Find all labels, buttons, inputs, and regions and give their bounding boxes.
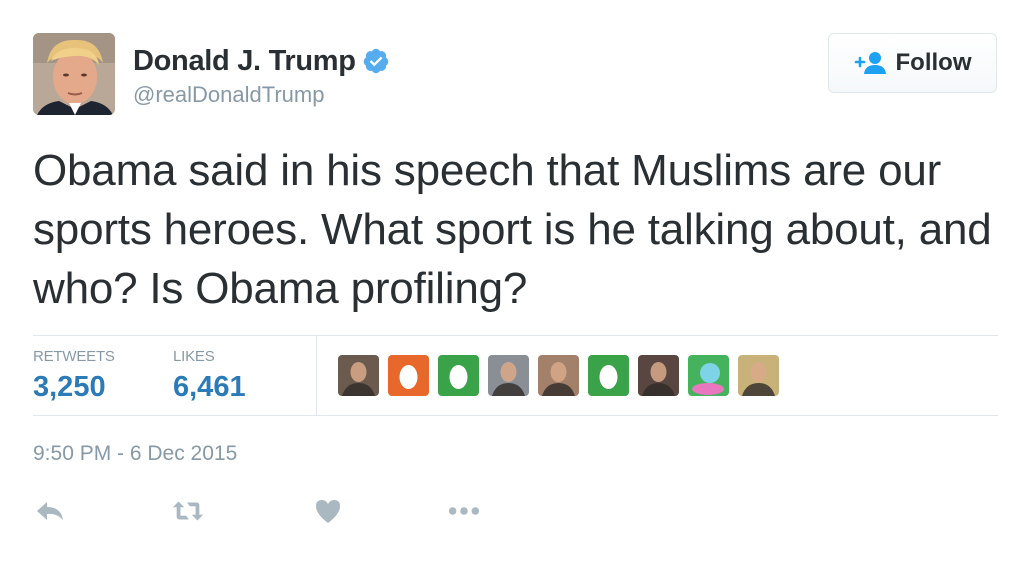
more-icon: [448, 507, 480, 515]
like-button[interactable]: [311, 497, 345, 525]
add-person-icon: [854, 51, 888, 75]
author-handle[interactable]: @realDonaldTrump: [133, 82, 390, 108]
likes-stat[interactable]: LIKES 6,461: [173, 348, 246, 404]
retweet-icon: [172, 501, 204, 521]
liker-avatar[interactable]: [338, 355, 379, 396]
author-name[interactable]: Donald J. Trump: [133, 45, 356, 78]
liker-avatar[interactable]: [438, 355, 479, 396]
stats-divider-bottom: [33, 415, 998, 416]
retweets-count[interactable]: 3,250: [33, 371, 115, 404]
liker-avatar[interactable]: [588, 355, 629, 396]
author-avatar[interactable]: [33, 33, 115, 115]
verified-badge-icon: [362, 47, 390, 75]
follow-button-label: Follow: [895, 49, 972, 76]
retweets-stat[interactable]: RETWEETS 3,250: [33, 348, 115, 404]
author-photo: [33, 33, 115, 115]
stats-vertical-divider: [316, 336, 317, 415]
liker-avatar[interactable]: [688, 355, 729, 396]
liker-avatar[interactable]: [488, 355, 529, 396]
liker-avatar[interactable]: [388, 355, 429, 396]
tweet-timestamp[interactable]: 9:50 PM - 6 Dec 2015: [33, 442, 237, 466]
likes-count[interactable]: 6,461: [173, 371, 246, 404]
tweet-text: Obama said in his speech that Muslims ar…: [33, 146, 992, 313]
retweet-button[interactable]: [171, 497, 205, 525]
reply-button[interactable]: [33, 497, 67, 525]
more-button[interactable]: [447, 497, 481, 525]
author-info[interactable]: Donald J. Trump @realDonaldTrump: [133, 44, 390, 108]
stats-divider-top: [33, 335, 998, 336]
heart-icon: [316, 500, 340, 523]
follow-button[interactable]: Follow: [828, 33, 997, 93]
liker-avatar[interactable]: [738, 355, 779, 396]
liker-avatar[interactable]: [638, 355, 679, 396]
liker-avatar[interactable]: [538, 355, 579, 396]
retweets-label: RETWEETS: [33, 348, 115, 365]
liker-avatars: [338, 355, 788, 396]
likes-label: LIKES: [173, 348, 215, 365]
reply-icon: [37, 502, 63, 520]
